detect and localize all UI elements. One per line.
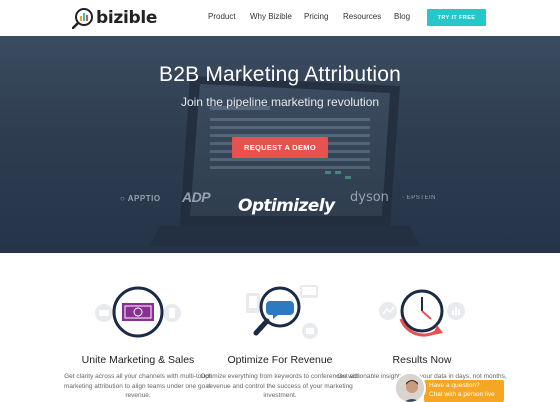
clock-arrow-icon <box>379 289 465 337</box>
chat-agent-avatar[interactable] <box>394 372 426 402</box>
hero-section: B2B Marketing Attribution Join the pipel… <box>0 36 560 253</box>
magnifier-chat-icon <box>246 285 318 339</box>
try-it-free-button[interactable]: TRY IT FREE <box>427 9 486 26</box>
request-demo-button[interactable]: REQUEST A DEMO <box>232 137 328 158</box>
feature-title: Results Now <box>392 354 452 366</box>
client-epstein-label: EPSTEIN <box>406 195 436 201</box>
site-header: bizible Product Why Bizible Pricing Reso… <box>0 0 560 36</box>
person-avatar-icon <box>396 374 424 402</box>
nav-blog[interactable]: Blog <box>394 12 410 21</box>
client-apptio-label: APPTIO <box>127 194 161 203</box>
nav-product[interactable]: Product <box>208 12 236 21</box>
apptio-mark-icon: ○ <box>120 194 128 203</box>
client-logo-optimizely: Optimizely <box>238 196 335 216</box>
chat-subtext: Chat with a person live <box>429 391 495 398</box>
hero-title: B2B Marketing Attribution <box>159 63 401 86</box>
money-target-icon <box>95 286 181 338</box>
chat-prompt: Have a question? <box>429 382 480 389</box>
client-logo-dyson: dyson <box>350 190 389 205</box>
client-logo-adp: ADP <box>182 189 211 205</box>
chat-bubble[interactable]: Have a question? Chat with a person live <box>424 380 504 402</box>
nav-why-bizible[interactable]: Why Bizible <box>250 12 292 21</box>
hero-subtitle: Join the pipeline marketing revolution <box>180 95 380 109</box>
nav-pricing[interactable]: Pricing <box>304 12 328 21</box>
client-logo-apptio: ○ APPTIO <box>120 194 161 203</box>
nav-resources[interactable]: Resources <box>343 12 381 21</box>
live-chat-widget[interactable]: Have a question? Chat with a person live <box>394 372 504 402</box>
client-logo-epstein: ◦ EPSTEIN <box>402 195 436 201</box>
